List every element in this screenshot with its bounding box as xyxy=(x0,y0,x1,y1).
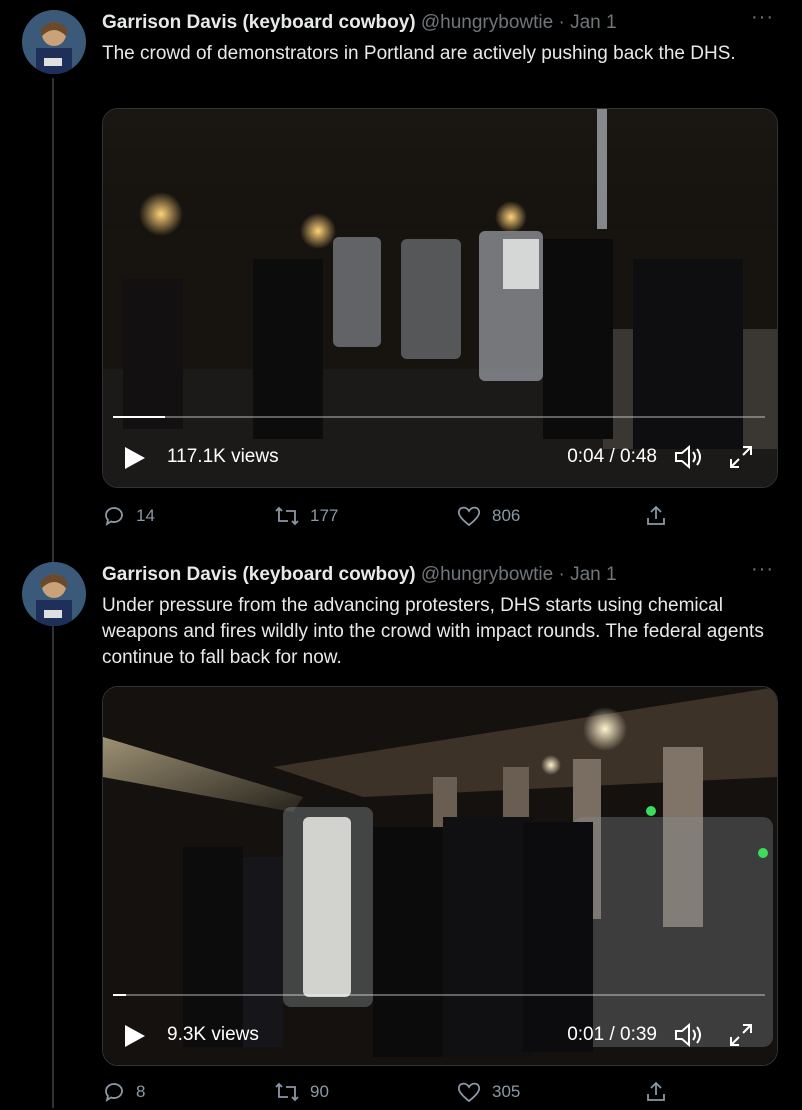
video-player[interactable]: 117.1K views 0:04 / 0:48 xyxy=(102,108,778,488)
separator: · xyxy=(558,564,565,585)
retweet-count: 177 xyxy=(310,506,339,525)
like-icon xyxy=(457,506,481,527)
reply-count: 14 xyxy=(136,506,155,525)
view-count: 9.3K views xyxy=(167,1024,259,1045)
author-handle[interactable]: @hungrybowtie xyxy=(421,12,553,33)
video-progress[interactable] xyxy=(113,994,765,996)
retweet-button[interactable]: 177 xyxy=(274,504,338,528)
author-name[interactable]: Garrison Davis (keyboard cowboy) xyxy=(102,564,416,585)
fullscreen-icon[interactable] xyxy=(727,443,755,477)
retweet-count: 90 xyxy=(310,1082,329,1101)
avatar[interactable] xyxy=(22,10,86,74)
view-count: 117.1K views xyxy=(167,446,279,467)
like-icon xyxy=(457,1082,481,1103)
tweet-text: Under pressure from the advancing protes… xyxy=(102,595,764,668)
reply-icon xyxy=(105,1083,123,1102)
volume-icon[interactable] xyxy=(673,1021,705,1055)
tweet-header: Garrison Davis (keyboard cowboy) @hungry… xyxy=(102,558,782,590)
video-progress-fill xyxy=(113,416,166,418)
video-time: 0:01 / 0:39 xyxy=(567,1024,657,1045)
like-button[interactable]: 305 xyxy=(456,1080,520,1104)
video-time: 0:04 / 0:48 xyxy=(567,446,657,467)
like-button[interactable]: 806 xyxy=(456,504,520,528)
reply-icon xyxy=(105,507,123,526)
share-button[interactable] xyxy=(644,1080,668,1104)
tweet-text: The crowd of demonstrators in Portland a… xyxy=(102,43,736,64)
play-icon[interactable] xyxy=(123,1025,145,1053)
video-controls: 117.1K views 0:04 / 0:48 xyxy=(103,437,777,477)
video-frame xyxy=(103,109,777,487)
share-icon xyxy=(647,1081,665,1101)
tweet-header: Garrison Davis (keyboard cowboy) @hungry… xyxy=(102,6,782,38)
like-count: 305 xyxy=(492,1082,521,1101)
volume-icon[interactable] xyxy=(673,443,705,477)
reply-button[interactable]: 14 xyxy=(102,504,155,528)
tweet-date[interactable]: Jan 1 xyxy=(570,12,616,33)
video-player[interactable]: 9.3K views 0:01 / 0:39 xyxy=(102,686,778,1066)
reply-count: 8 xyxy=(136,1082,146,1101)
share-button[interactable] xyxy=(644,504,668,528)
fullscreen-icon[interactable] xyxy=(727,1021,755,1055)
play-icon[interactable] xyxy=(123,447,145,475)
video-controls: 9.3K views 0:01 / 0:39 xyxy=(103,1015,777,1055)
avatar[interactable] xyxy=(22,562,86,626)
video-frame xyxy=(103,687,777,1065)
video-progress[interactable] xyxy=(113,416,765,418)
retweet-button[interactable]: 90 xyxy=(274,1080,329,1104)
video-progress-fill xyxy=(113,994,127,996)
separator: · xyxy=(558,12,565,33)
author-handle[interactable]: @hungrybowtie xyxy=(421,564,553,585)
retweet-icon xyxy=(275,506,299,526)
author-name[interactable]: Garrison Davis (keyboard cowboy) xyxy=(102,12,416,33)
tweet-date[interactable]: Jan 1 xyxy=(570,564,616,585)
tweet-actions: 14 177 806 xyxy=(102,504,682,534)
more-icon[interactable]: ··· xyxy=(751,558,774,581)
like-count: 806 xyxy=(492,506,521,525)
more-icon[interactable]: ··· xyxy=(751,6,774,29)
retweet-icon xyxy=(275,1082,299,1102)
share-icon xyxy=(647,505,665,525)
reply-button[interactable]: 8 xyxy=(102,1080,145,1104)
